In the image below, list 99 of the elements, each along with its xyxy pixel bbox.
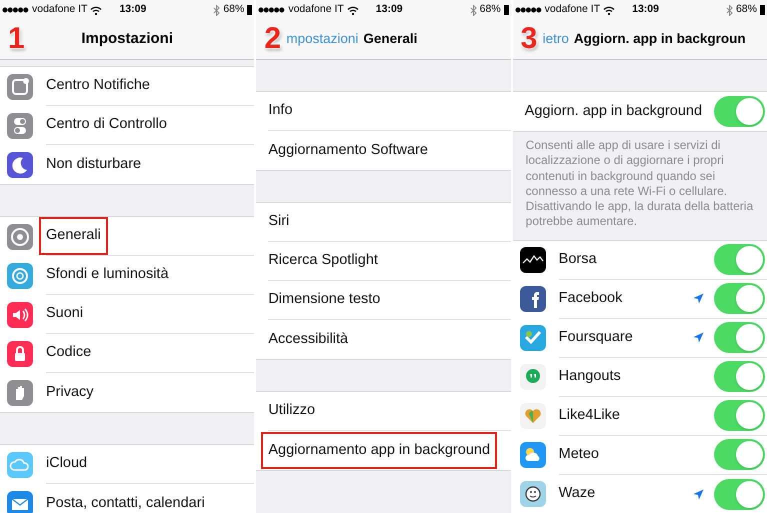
row-label: Foursquare xyxy=(558,328,633,347)
battery-icon xyxy=(247,5,252,15)
cloud-icon xyxy=(7,452,33,478)
step-number: 1 xyxy=(8,21,25,57)
status-time: 13:09 xyxy=(632,2,659,18)
settings-row[interactable]: iCloud xyxy=(0,445,254,484)
row-label: Aggiornamento Software xyxy=(268,140,428,160)
toggle-switch[interactable] xyxy=(714,96,765,127)
wifi-icon xyxy=(90,6,102,14)
settings-row[interactable]: Dimensione testo xyxy=(256,281,511,320)
settings-row[interactable]: Info xyxy=(256,92,511,131)
row-label: Info xyxy=(268,101,293,120)
row-label: Siri xyxy=(268,212,290,232)
wifi-icon xyxy=(603,6,616,14)
row-label: Generali xyxy=(39,217,108,255)
row-label: Accessibilità xyxy=(268,330,348,349)
battery-icon xyxy=(504,5,509,15)
checkmark-icon xyxy=(520,325,546,352)
battery-percent: 68% xyxy=(480,2,501,18)
status-time: 13:09 xyxy=(376,2,403,18)
wifi-icon xyxy=(346,6,359,14)
sun-cloud-icon xyxy=(520,442,546,468)
nav-title: Impostazioni xyxy=(81,29,173,50)
nav-title: Aggiorn. app in backgroun xyxy=(574,30,746,48)
row-label: Privacy xyxy=(46,382,94,402)
bluetooth-icon xyxy=(213,4,220,16)
row-label: Meteo xyxy=(558,444,599,464)
smiley-icon xyxy=(520,481,546,508)
row-label: Non disturbare xyxy=(46,154,142,174)
toggle-switch[interactable] xyxy=(714,439,765,470)
settings-row[interactable]: Ricerca Spotlight xyxy=(256,242,511,281)
settings-row[interactable]: Foursquare xyxy=(512,318,767,358)
toggle-switch[interactable] xyxy=(714,244,765,276)
settings-row[interactable]: Like4Like xyxy=(512,396,767,436)
row-label: Centro di Controllo xyxy=(46,115,167,134)
settings-row[interactable]: Borsa xyxy=(512,240,767,280)
toggle-switch[interactable] xyxy=(714,322,765,354)
speech-bubble-icon xyxy=(520,364,546,390)
signal-icon xyxy=(2,7,29,13)
battery-percent: 68% xyxy=(736,2,757,18)
settings-row[interactable]: Centro Notifiche xyxy=(0,67,254,106)
settings-row[interactable]: Codice xyxy=(0,334,254,373)
hand-icon xyxy=(7,380,33,406)
carrier-name: vodafone IT xyxy=(288,2,344,18)
settings-row[interactable]: Aggiornamento Software xyxy=(256,131,511,170)
row-label: Utilizzo xyxy=(268,401,316,420)
settings-row[interactable]: Generali xyxy=(0,217,254,256)
bluetooth-icon xyxy=(470,4,477,16)
settings-row[interactable]: Hangouts xyxy=(512,358,767,397)
battery-icon xyxy=(760,5,765,15)
step-number: 2 xyxy=(264,21,282,57)
row-label: Like4Like xyxy=(558,406,620,425)
row-label: Suoni xyxy=(46,304,84,324)
settings-row[interactable]: Siri xyxy=(256,203,511,242)
switches-icon xyxy=(7,112,33,138)
settings-row[interactable]: Meteo xyxy=(512,436,767,475)
settings-row[interactable]: Suoni xyxy=(0,295,254,334)
row-label: Centro Notifiche xyxy=(46,76,150,96)
battery-percent: 68% xyxy=(223,2,244,18)
row-label: Dimensione testo xyxy=(268,290,380,310)
toggle-switch[interactable] xyxy=(714,361,765,392)
settings-row[interactable]: Waze xyxy=(512,474,767,513)
settings-row[interactable]: Privacy xyxy=(0,373,254,412)
stocks-chart-icon xyxy=(520,247,546,274)
status-time: 13:09 xyxy=(119,2,146,18)
toggle-switch[interactable] xyxy=(714,478,765,510)
settings-row[interactable]: Accessibilità xyxy=(256,320,511,359)
settings-row[interactable]: Non disturbare xyxy=(0,145,254,184)
facebook-letter-icon xyxy=(520,286,546,312)
row-label: Posta, contatti, calendari xyxy=(46,494,205,513)
step-number: 3 xyxy=(520,21,538,57)
row-label: Waze xyxy=(558,484,596,504)
row-label: Aggiorn. app in background xyxy=(524,102,702,121)
toggle-switch[interactable] xyxy=(714,400,765,432)
toggle-switch[interactable] xyxy=(714,283,765,314)
row-label: Sfondi e luminosità xyxy=(46,265,169,284)
lock-icon xyxy=(7,340,33,366)
row-label: Ricerca Spotlight xyxy=(268,251,378,270)
carrier-name: vodafone IT xyxy=(32,2,88,18)
signal-icon xyxy=(258,7,286,13)
settings-row[interactable]: Posta, contatti, calendari xyxy=(0,484,254,513)
nav-title: Generali xyxy=(363,30,418,48)
settings-row[interactable]: Centro di Controllo xyxy=(0,106,254,145)
row-label: Borsa xyxy=(558,250,597,269)
settings-row[interactable]: Aggiorn. app in background xyxy=(512,92,767,131)
section-footer: Consenti alle app di usare i servizi di localizzazione o di aggiornare i propri contenuti in background quando sei connesso a una rete Wi-Fi o cellulare. Disattivando le app, la durata della batteria potrebbe aumentare. xyxy=(512,132,767,230)
carrier-name: vodafone IT xyxy=(544,2,600,18)
settings-row[interactable]: Facebook xyxy=(512,280,767,319)
row-label: Facebook xyxy=(558,288,622,308)
settings-row[interactable]: Sfondi e luminosità xyxy=(0,256,254,295)
settings-row[interactable]: Utilizzo xyxy=(256,392,511,431)
row-label: iCloud xyxy=(46,454,88,474)
moon-icon xyxy=(7,152,33,178)
row-label: Codice xyxy=(46,343,92,362)
bluetooth-icon xyxy=(726,4,733,16)
notification-icon xyxy=(7,74,33,100)
signal-icon xyxy=(514,7,542,13)
row-label: Hangouts xyxy=(558,366,621,386)
speaker-icon xyxy=(7,302,33,328)
